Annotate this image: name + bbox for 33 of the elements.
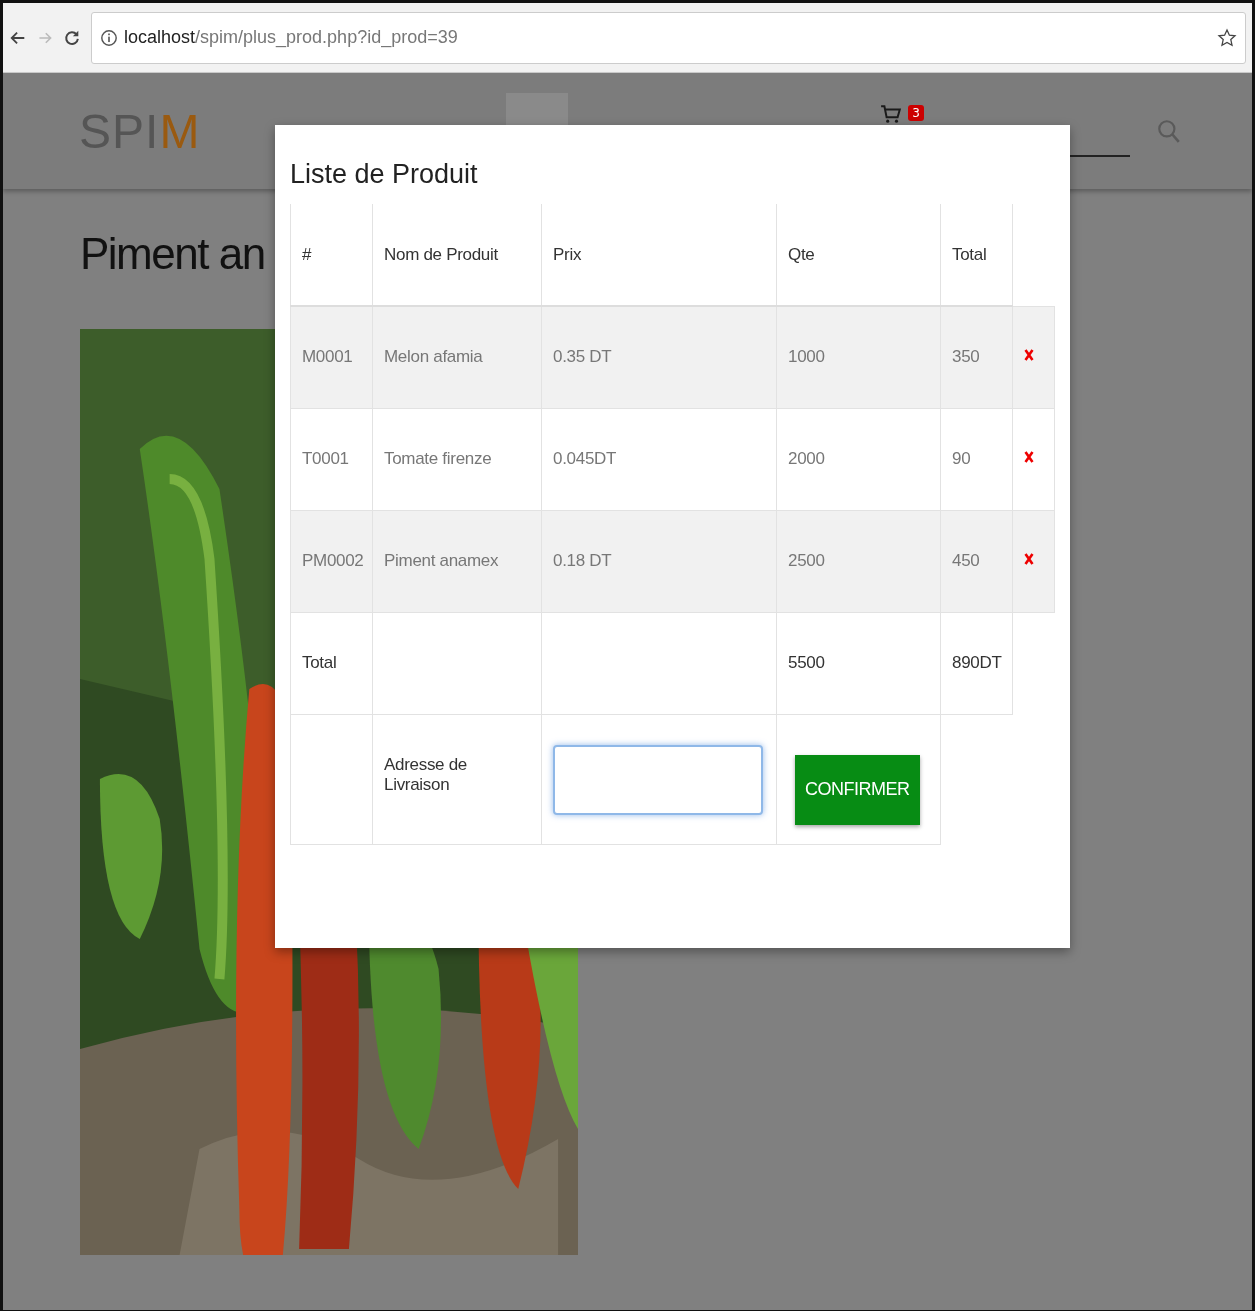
table-cell: M0001: [290, 306, 373, 408]
table-cell: T0001: [290, 408, 373, 510]
table-cell: 350: [940, 306, 1013, 408]
table-cell: 0.35 DT: [541, 306, 777, 408]
address-bar[interactable]: localhost/spim/plus_prod.php?id_prod=39: [91, 11, 1246, 64]
delete-icon[interactable]: [1024, 348, 1034, 362]
reload-icon[interactable]: [63, 28, 81, 47]
table-cell: Melon afamia: [372, 306, 542, 408]
table-cell: 2000: [776, 408, 941, 510]
confirm-button[interactable]: CONFIRMER: [795, 754, 920, 825]
table-cell: 5500: [776, 612, 941, 714]
table-cell: 1000: [776, 306, 941, 408]
table-cell: 0.18 DT: [541, 510, 777, 612]
field-label: Adresse de Livraison: [372, 714, 542, 844]
cart-count-badge: 3: [908, 105, 924, 121]
info-icon: [100, 28, 118, 47]
table-cell: PM0002: [290, 510, 373, 612]
modal-title: Liste de Produit: [290, 159, 479, 190]
table-cell: 90: [940, 408, 1013, 510]
table-cell: Piment anamex: [372, 510, 542, 612]
url-text: localhost/spim/plus_prod.php?id_prod=39: [124, 27, 458, 48]
table-cell: Total: [290, 612, 373, 714]
delete-icon[interactable]: [1024, 450, 1034, 464]
delete-icon[interactable]: [1024, 552, 1034, 566]
table-cell: Tomate firenze: [372, 408, 542, 510]
product-title: Piment an: [80, 229, 265, 279]
table-cell: 450: [940, 510, 1013, 612]
table-cell: 890DT: [940, 612, 1013, 714]
table-cell: 0.045DT: [541, 408, 777, 510]
table-cell: 2500: [776, 510, 941, 612]
address-field[interactable]: [553, 744, 763, 815]
star-icon[interactable]: [1217, 27, 1237, 48]
cart-icon[interactable]: [880, 103, 903, 125]
